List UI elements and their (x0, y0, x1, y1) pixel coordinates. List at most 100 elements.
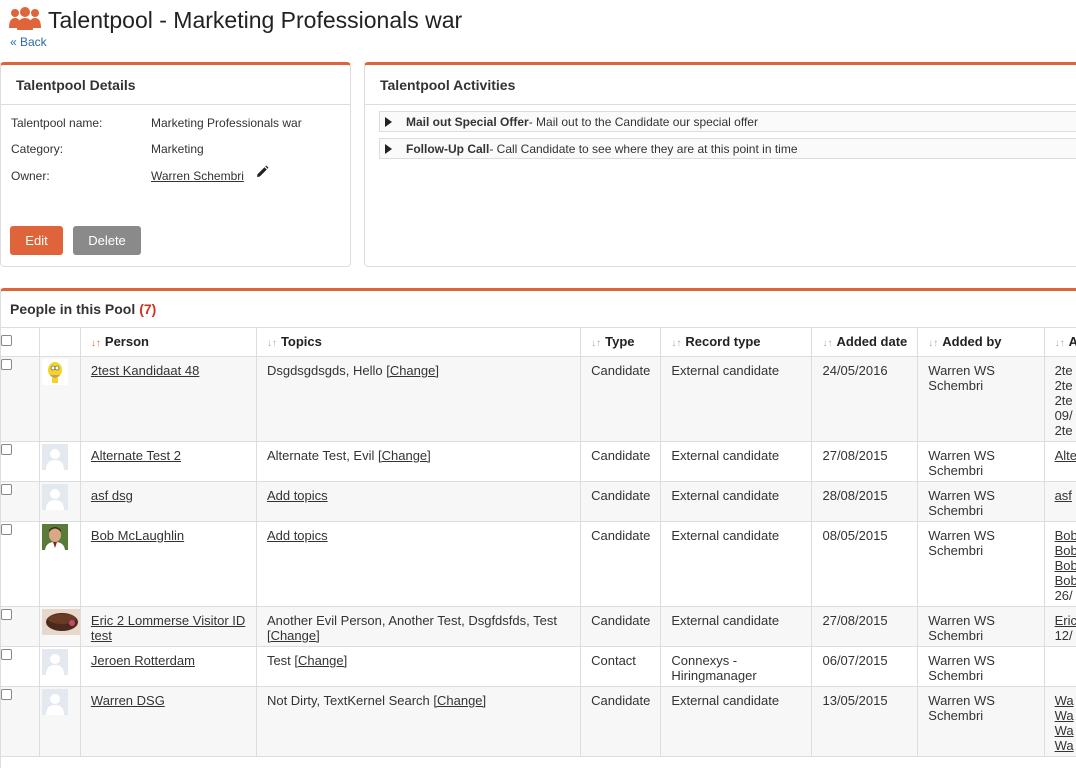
topics-text: Test (266, 653, 291, 668)
truncated-cell: 2te 2te 2te 09/2te (1044, 356, 1076, 442)
talentpool-details-panel: Talentpool Details Talentpool name: Mark… (0, 62, 351, 267)
select-all-checkbox[interactable] (1, 335, 12, 346)
detail-label: Talentpool name: (11, 116, 103, 130)
topics-link[interactable]: Add topics (267, 488, 328, 503)
column-header-a[interactable]: ↓↑A (1044, 327, 1076, 357)
truncated-cell-text: 2te (1054, 393, 1073, 408)
type-cell: Candidate (580, 606, 662, 647)
table-row[interactable]: Eric 2 Lommerse Visitor ID test Another E… (1, 606, 1076, 647)
topics-cell: Add topics (256, 481, 582, 522)
record-type-cell: External candidate (660, 441, 813, 482)
table-row[interactable]: asf dsg Add topics Candidate External candi… (1, 481, 1076, 522)
added-by-cell: Warren WS Schembri (917, 646, 1045, 687)
topics-cell: Add topics (256, 521, 582, 607)
table-header-row: ↓↑ Person ↓↑ Topics ↓↑ Type ↓↑ Record type ↓… (1, 327, 1076, 357)
person-cell: Bob McLaughlin (80, 521, 257, 607)
sort-icon[interactable]: ↓↑ (671, 338, 681, 349)
table-row[interactable]: Bob McLaughlin Add topics Candidate Externa… (1, 521, 1076, 607)
added-by-cell: Warren WS Schembri (917, 606, 1045, 647)
added-by-cell: Warren WS Schembri (917, 481, 1045, 522)
record-type-cell: External candidate (660, 686, 813, 757)
table-row[interactable]: Jeroen Rotterdam Test [Change] Contact Conn… (1, 646, 1076, 687)
delete-button[interactable]: Delete (73, 226, 141, 255)
truncated-cell-link[interactable]: Wa (1055, 708, 1074, 723)
type-cell: Candidate (580, 686, 662, 757)
truncated-cell-link[interactable]: Alte (1055, 448, 1076, 463)
owner-link[interactable]: Warren Schembri (151, 169, 244, 183)
sort-icon[interactable]: ↓↑ (91, 338, 101, 349)
added-date-cell: 27/08/2015 (811, 606, 919, 647)
row-checkbox[interactable] (1, 484, 12, 495)
table-row[interactable]: Warren DSG Not Dirty, TextKernel Search [… (1, 686, 1076, 757)
sort-icon[interactable]: ↓↑ (591, 338, 601, 349)
topics-link[interactable]: [Change] (294, 653, 347, 668)
person-link[interactable]: Alternate Test 2 (91, 448, 181, 463)
truncated-cell-link[interactable]: Wa (1055, 693, 1074, 708)
topics-link[interactable]: Add topics (267, 528, 328, 543)
sort-icon[interactable]: ↓↑ (822, 338, 832, 349)
avatar-cell (39, 521, 81, 607)
record-type-cell: External candidate (660, 521, 813, 607)
topics-link[interactable]: [Change] (386, 363, 439, 378)
truncated-cell-text: 2te (1054, 423, 1073, 438)
row-checkbox[interactable] (1, 359, 12, 370)
edit-button[interactable]: Edit (10, 226, 63, 255)
table-row[interactable]: Alternate Test 2 Alternate Test, Evil [Ch… (1, 441, 1076, 482)
truncated-cell-text: 2te (1054, 363, 1073, 378)
topics-cell: Test [Change] (256, 646, 582, 687)
row-checkbox[interactable] (1, 609, 12, 620)
truncated-cell-link[interactable]: Wa (1055, 723, 1074, 738)
person-link[interactable]: 2test Kandidaat 48 (91, 363, 199, 378)
truncated-cell-link[interactable]: Bob (1055, 558, 1076, 573)
activity-item[interactable]: Follow-Up Call - Call Candidate to see w… (379, 138, 1076, 159)
person-link[interactable]: Jeroen Rotterdam (91, 653, 195, 668)
added-date-cell: 06/07/2015 (811, 646, 919, 687)
truncated-cell-text: 26/ (1054, 588, 1073, 603)
person-link[interactable]: asf dsg (91, 488, 133, 503)
topics-link[interactable]: [Change] (433, 693, 486, 708)
pencil-icon[interactable] (255, 165, 269, 179)
row-checkbox[interactable] (1, 689, 12, 700)
expand-arrow-icon[interactable] (385, 143, 392, 154)
column-header-topics[interactable]: ↓↑ Topics (256, 327, 582, 357)
truncated-cell-link[interactable]: Bob (1055, 573, 1076, 588)
table-row[interactable]: 2test Kandidaat 48 Dsgdsgdsgds, Hello [Ch… (1, 356, 1076, 442)
person-cell: Jeroen Rotterdam (80, 646, 257, 687)
activity-name: Follow-Up Call (406, 141, 490, 156)
truncated-cell-link[interactable]: asf (1055, 488, 1072, 503)
column-header-type[interactable]: ↓↑ Type (580, 327, 662, 357)
topics-cell: Dsgdsgdsgds, Hello [Change] (256, 356, 582, 442)
sort-icon[interactable]: ↓↑ (267, 338, 277, 349)
column-header-person[interactable]: ↓↑ Person (80, 327, 257, 357)
added-by-cell: Warren WS Schembri (917, 441, 1045, 482)
person-link[interactable]: Eric 2 Lommerse Visitor ID test (91, 613, 245, 643)
row-select-cell (1, 521, 40, 607)
topics-link[interactable]: [Change] (378, 448, 431, 463)
activity-item[interactable]: Mail out Special Offer - Mail out to the… (379, 111, 1076, 132)
added-date-cell: 13/05/2015 (811, 686, 919, 757)
truncated-cell-link[interactable]: Bob (1055, 543, 1076, 558)
row-checkbox[interactable] (1, 524, 12, 535)
person-link[interactable]: Warren DSG (91, 693, 165, 708)
expand-arrow-icon[interactable] (385, 116, 392, 127)
truncated-cell-link[interactable]: Bob (1055, 528, 1076, 543)
column-header-record-type[interactable]: ↓↑ Record type (660, 327, 813, 357)
topics-cell: Alternate Test, Evil [Change] (256, 441, 582, 482)
truncated-cell-link[interactable]: Eric (1055, 613, 1076, 628)
avatar-cell (39, 606, 81, 647)
sort-icon[interactable]: ↓↑ (928, 338, 938, 349)
avatar-cell (39, 686, 81, 757)
topics-text: Dsgdsgdsgds, Hello (266, 363, 383, 378)
column-header-added-date[interactable]: ↓↑ Added date (811, 327, 919, 357)
person-link[interactable]: Bob McLaughlin (91, 528, 184, 543)
truncated-cell-link[interactable]: Wa (1055, 738, 1074, 753)
row-checkbox[interactable] (1, 444, 12, 455)
row-checkbox[interactable] (1, 649, 12, 660)
topics-link[interactable]: [Change] (267, 628, 320, 643)
activity-name: Mail out Special Offer (406, 114, 529, 129)
column-header-added-by[interactable]: ↓↑ Added by (917, 327, 1045, 357)
back-link[interactable]: « Back (10, 35, 47, 49)
record-type-cell: External candidate (660, 481, 813, 522)
sort-icon[interactable]: ↓↑ (1055, 338, 1065, 349)
truncated-cell: Bob Bob Bob Bob 26/ (1044, 521, 1076, 607)
